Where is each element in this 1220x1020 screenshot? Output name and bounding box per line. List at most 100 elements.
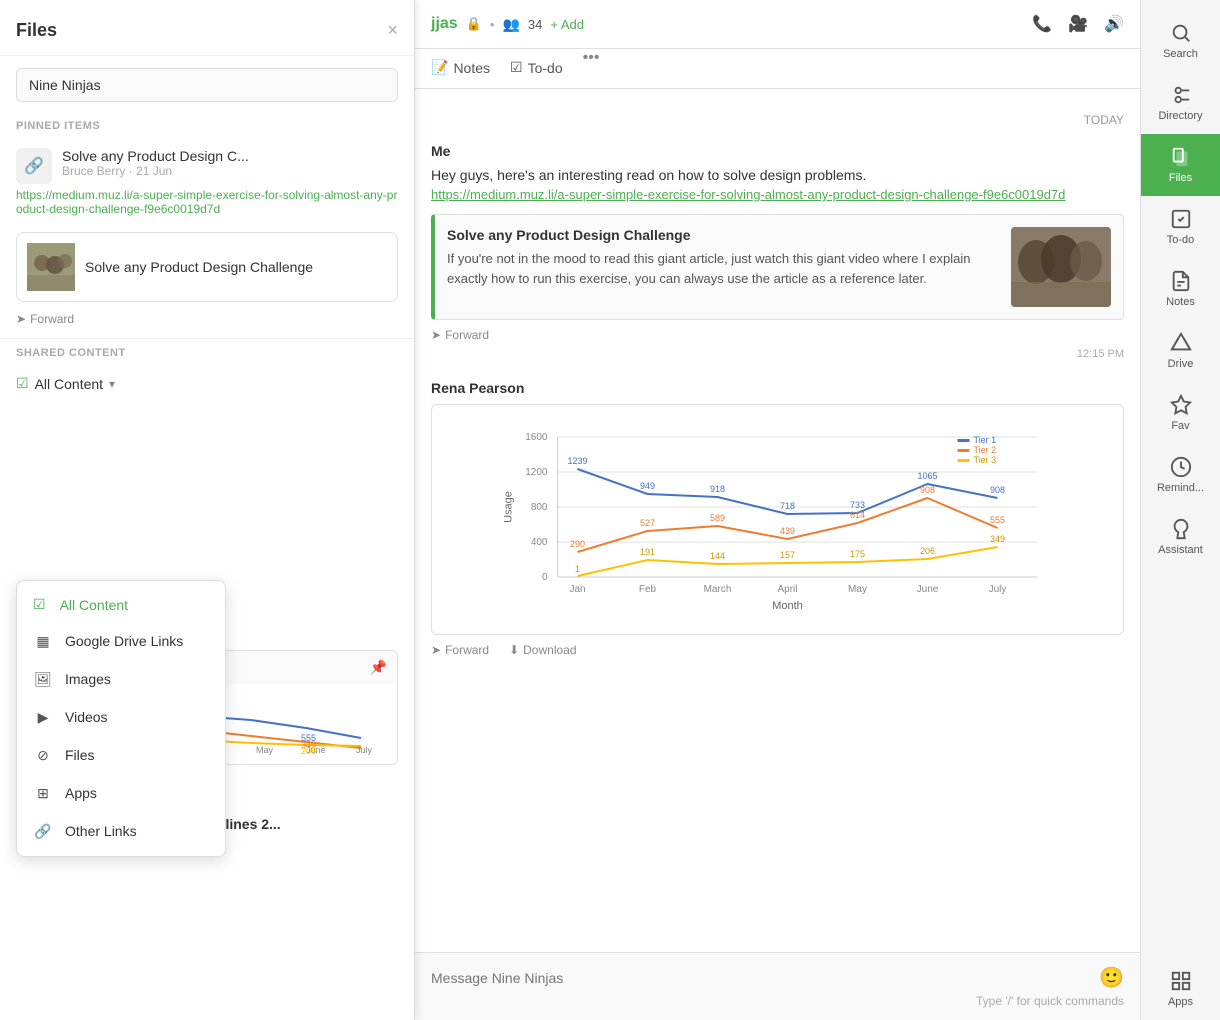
download-icon: ⬇ xyxy=(509,643,519,657)
notes-icon xyxy=(1170,270,1192,292)
tab-notes[interactable]: 📝 Notes xyxy=(431,49,490,88)
chart-forward-button[interactable]: ➤ Forward xyxy=(431,643,489,657)
message-sender: Me xyxy=(431,143,1124,159)
pinned-card[interactable]: Solve any Product Design Challenge xyxy=(16,232,398,302)
message-sender: Rena Pearson xyxy=(431,380,1124,396)
svg-text:Jan: Jan xyxy=(569,584,585,595)
filter-row[interactable]: ☑ All Content ▾ xyxy=(0,367,414,400)
sidebar-item-files[interactable]: Files xyxy=(1141,134,1220,196)
link-icon: 🔗 xyxy=(16,148,52,184)
svg-text:0: 0 xyxy=(542,572,548,583)
svg-text:555: 555 xyxy=(990,515,1005,525)
audio-button[interactable]: 🔊 xyxy=(1104,14,1124,34)
forward-icon: ➤ xyxy=(431,643,441,657)
dropdown-item-label: Apps xyxy=(65,785,97,801)
forward-label: Forward xyxy=(445,328,489,342)
check-icon: ☑ xyxy=(33,596,46,613)
pinned-item-url[interactable]: https://medium.muz.li/a-super-simple-exe… xyxy=(16,188,398,216)
pinned-item-info: Solve any Product Design C... Bruce Berr… xyxy=(62,148,249,178)
sidebar-item-search[interactable]: Search xyxy=(1141,10,1220,72)
sidebar-item-todo[interactable]: To-do xyxy=(1141,196,1220,258)
svg-text:191: 191 xyxy=(640,547,655,557)
dropdown-item-other-links[interactable]: 🔗 Other Links xyxy=(17,812,225,850)
todo-tab-icon: ☑ xyxy=(510,59,523,76)
message-text: Hey guys, here's an interesting read on … xyxy=(431,165,1124,186)
svg-text:400: 400 xyxy=(531,537,548,548)
google-drive-icon: ▦ xyxy=(33,631,53,651)
svg-text:1600: 1600 xyxy=(525,432,548,443)
message-input-row: 🙂 xyxy=(431,965,1124,990)
tab-todo[interactable]: ☑ To-do xyxy=(510,49,563,88)
files-search-input[interactable] xyxy=(16,68,398,102)
dropdown-item-images[interactable]: 🖼 Images xyxy=(17,660,225,698)
sidebar-item-fav[interactable]: Fav xyxy=(1141,382,1220,444)
svg-text:May: May xyxy=(848,584,867,595)
dropdown-item-videos[interactable]: ▶ Videos xyxy=(17,698,225,736)
sidebar-todo-label: To-do xyxy=(1167,234,1195,246)
files-header: Files × xyxy=(0,0,414,56)
dropdown-item-google-drive[interactable]: ▦ Google Drive Links xyxy=(17,622,225,660)
link-preview: Solve any Product Design Challenge If yo… xyxy=(431,214,1124,320)
filter-chevron-icon: ▾ xyxy=(109,377,115,391)
link-preview-text: Solve any Product Design Challenge If yo… xyxy=(447,227,999,288)
pinned-link-item: 🔗 Solve any Product Design C... Bruce Be… xyxy=(0,138,414,226)
pinned-item-meta: Bruce Berry · 21 Jun xyxy=(62,164,249,178)
svg-text:July: July xyxy=(356,745,373,755)
chart-download-button[interactable]: ⬇ Download xyxy=(509,643,576,657)
sidebar-item-directory[interactable]: Directory xyxy=(1141,72,1220,134)
sidebar-item-notes[interactable]: Notes xyxy=(1141,258,1220,320)
pin-icon: 📌 xyxy=(370,659,387,676)
quick-command-hint: Type '/' for quick commands xyxy=(431,994,1124,1008)
sidebar-directory-label: Directory xyxy=(1158,110,1202,122)
message-link[interactable]: https://medium.muz.li/a-super-simple-exe… xyxy=(431,187,1065,202)
svg-text:290: 290 xyxy=(570,539,585,549)
svg-text:Tier 2: Tier 2 xyxy=(974,445,997,455)
directory-icon xyxy=(1170,84,1192,106)
sidebar-apps-label: Apps xyxy=(1168,996,1193,1008)
pinned-card-title: Solve any Product Design Challenge xyxy=(85,259,313,275)
files-icon xyxy=(1170,146,1192,168)
chart-container: 0 400 800 1200 1600 Jan Feb March April … xyxy=(431,404,1124,635)
emoji-button[interactable]: 🙂 xyxy=(1099,965,1124,990)
svg-text:908: 908 xyxy=(920,485,935,495)
svg-text:Tier 3: Tier 3 xyxy=(974,455,997,465)
svg-text:1: 1 xyxy=(575,564,580,574)
dropdown-item-apps[interactable]: ⊞ Apps xyxy=(17,774,225,812)
files-forward-button[interactable]: ➤ Forward xyxy=(0,308,414,330)
pinned-item-title: Solve any Product Design C... xyxy=(62,148,249,164)
sidebar-search-label: Search xyxy=(1163,48,1198,60)
video-call-button[interactable]: 🎥 xyxy=(1068,14,1088,34)
message-group-rena: Rena Pearson 0 400 800 xyxy=(431,380,1124,657)
other-links-icon: 🔗 xyxy=(33,821,53,841)
svg-text:April: April xyxy=(777,584,797,595)
apps-icon: ⊞ xyxy=(33,783,53,803)
forward-button[interactable]: ➤ Forward xyxy=(431,328,489,342)
svg-text:589: 589 xyxy=(710,513,725,523)
search-icon xyxy=(1170,22,1192,44)
dropdown-item-files[interactable]: ⊘ Files xyxy=(17,736,225,774)
assistant-icon xyxy=(1170,518,1192,540)
dropdown-item-label: All Content xyxy=(60,597,128,613)
dropdown-item-label: Google Drive Links xyxy=(65,633,183,649)
files-close-button[interactable]: × xyxy=(387,20,398,41)
dropdown-item-all-content[interactable]: ☑ All Content xyxy=(17,587,225,622)
svg-text:349: 349 xyxy=(990,534,1005,544)
sidebar-item-assistant[interactable]: Assistant xyxy=(1141,506,1220,568)
add-members-button[interactable]: + Add xyxy=(550,17,584,32)
voice-call-button[interactable]: 📞 xyxy=(1032,14,1052,34)
sidebar-fav-label: Fav xyxy=(1171,420,1189,432)
forward-icon: ➤ xyxy=(16,312,26,326)
message-input[interactable] xyxy=(431,970,1091,986)
notes-tab-icon: 📝 xyxy=(431,59,448,76)
right-sidebar: Search Directory Files To-do Notes Drive xyxy=(1140,0,1220,1020)
files-panel: Files × PINNED ITEMS 🔗 Solve any Product… xyxy=(0,0,415,1020)
sidebar-item-apps[interactable]: Apps xyxy=(1141,958,1220,1020)
sidebar-item-drive[interactable]: Drive xyxy=(1141,320,1220,382)
sidebar-item-remind[interactable]: Remind... xyxy=(1141,444,1220,506)
dropdown-item-label: Videos xyxy=(65,709,108,725)
message-group-me: Me Hey guys, here's an interesting read … xyxy=(431,143,1124,360)
more-tabs-button[interactable]: ••• xyxy=(583,49,600,88)
forward-label: Forward xyxy=(445,643,489,657)
svg-text:614: 614 xyxy=(850,510,865,520)
shared-label: SHARED CONTENT xyxy=(0,338,414,367)
